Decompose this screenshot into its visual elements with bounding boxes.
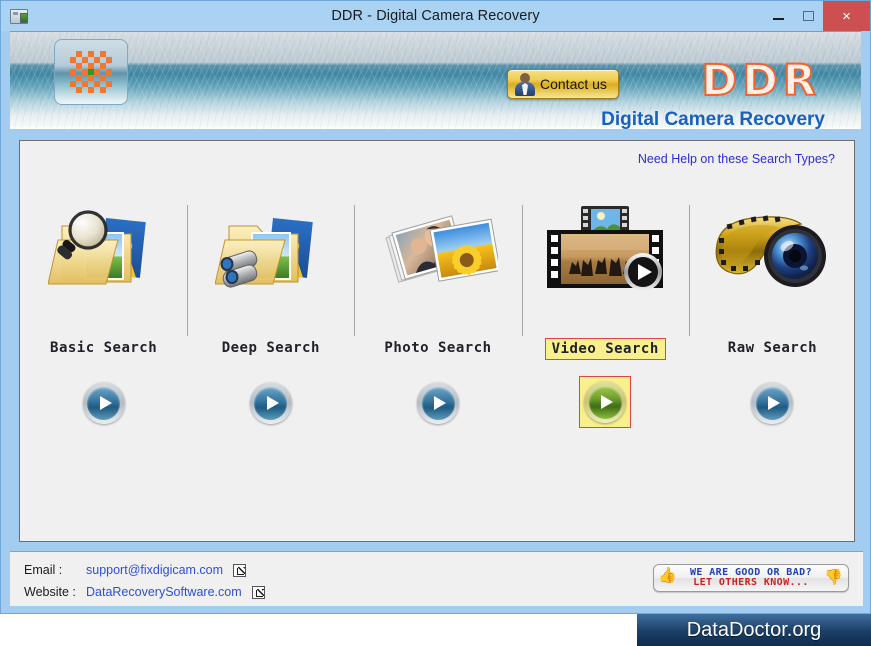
feedback-text: WE ARE GOOD OR BAD? LET OTHERS KNOW... — [677, 567, 825, 589]
checkerboard-logo-icon — [69, 50, 113, 94]
raw-search-play-wrap — [747, 378, 797, 428]
search-type-deep[interactable]: Deep Search — [187, 191, 354, 481]
film-reel-lens-icon — [689, 194, 856, 314]
search-type-label: Deep Search — [221, 340, 320, 356]
window-controls: × — [763, 1, 870, 31]
brand-logo-text: DDR — [701, 55, 821, 107]
website-row: Website : DataRecoverySoftware.com — [24, 585, 265, 599]
email-row: Email : support@fixdigicam.com — [24, 563, 247, 577]
play-icon — [588, 385, 622, 419]
app-logo-button[interactable] — [54, 39, 128, 105]
need-help-link[interactable]: Need Help on these Search Types? — [638, 152, 835, 166]
search-type-label: Basic Search — [50, 340, 158, 356]
maximize-icon — [802, 11, 814, 21]
folder-magnifier-icon — [20, 194, 187, 314]
video-search-play-wrap — [579, 376, 632, 428]
external-link-icon[interactable] — [251, 585, 265, 599]
external-link-icon[interactable] — [233, 563, 247, 577]
thumbs-down-icon — [824, 568, 843, 587]
basic-search-play-button[interactable] — [82, 382, 125, 424]
main-content-panel: Need Help on these Search Types? Basic S… — [19, 140, 855, 542]
photo-search-play-button[interactable] — [417, 382, 459, 424]
email-label: Email : — [24, 563, 63, 577]
play-icon — [755, 386, 789, 420]
photo-search-play-wrap — [413, 378, 463, 428]
close-icon: × — [842, 7, 851, 25]
feedback-line-2: LET OTHERS KNOW... — [693, 577, 809, 588]
contact-us-button[interactable]: Contact us — [507, 69, 619, 99]
folder-binoculars-icon — [187, 194, 354, 314]
brand-subtitle: Digital Camera Recovery — [601, 109, 825, 129]
deep-search-play-wrap — [246, 378, 296, 428]
photo-stack-icon — [354, 194, 521, 314]
minimize-button[interactable] — [763, 1, 793, 31]
play-icon — [87, 386, 121, 420]
search-types-row: Basic Search Deep Search Photo Search Vi… — [20, 191, 856, 481]
search-type-label-selected: Video Search — [544, 338, 666, 360]
play-icon — [421, 386, 455, 420]
thumbs-up-icon — [658, 566, 677, 587]
contact-us-label: Contact us — [540, 76, 607, 92]
search-type-basic[interactable]: Basic Search — [20, 191, 187, 481]
play-icon — [254, 386, 288, 420]
feedback-button[interactable]: WE ARE GOOD OR BAD? LET OTHERS KNOW... — [653, 564, 849, 592]
video-search-play-button[interactable] — [584, 381, 627, 423]
raw-search-play-button[interactable] — [751, 382, 794, 424]
basic-search-play-wrap — [79, 378, 129, 428]
maximize-button[interactable] — [793, 1, 823, 31]
search-type-label: Photo Search — [384, 340, 492, 356]
deep-search-play-button[interactable] — [249, 382, 292, 424]
close-button[interactable]: × — [823, 1, 870, 31]
search-type-video[interactable]: Video Search — [521, 191, 689, 481]
website-label: Website : — [24, 585, 76, 599]
search-type-raw[interactable]: Raw Search — [688, 191, 856, 481]
watermark-banner: DataDoctor.org — [637, 614, 871, 646]
email-link[interactable]: support@fixdigicam.com — [86, 563, 223, 577]
footer-bar: Email : support@fixdigicam.com Website :… — [10, 551, 863, 606]
application-window: DDR - Digital Camera Recovery × Contact … — [0, 0, 871, 614]
search-type-photo[interactable]: Photo Search — [354, 191, 521, 481]
window-title: DDR - Digital Camera Recovery — [331, 8, 540, 24]
watermark-text: DataDoctor.org — [686, 618, 822, 641]
minimize-icon — [772, 18, 784, 20]
film-strip-video-icon — [522, 194, 689, 314]
search-type-label: Raw Search — [727, 340, 818, 356]
app-header-banner: Contact us DDR Digital Camera Recovery — [10, 31, 861, 129]
title-bar: DDR - Digital Camera Recovery × — [1, 1, 870, 31]
person-avatar-icon — [514, 72, 536, 96]
website-link[interactable]: DataRecoverySoftware.com — [86, 585, 242, 599]
